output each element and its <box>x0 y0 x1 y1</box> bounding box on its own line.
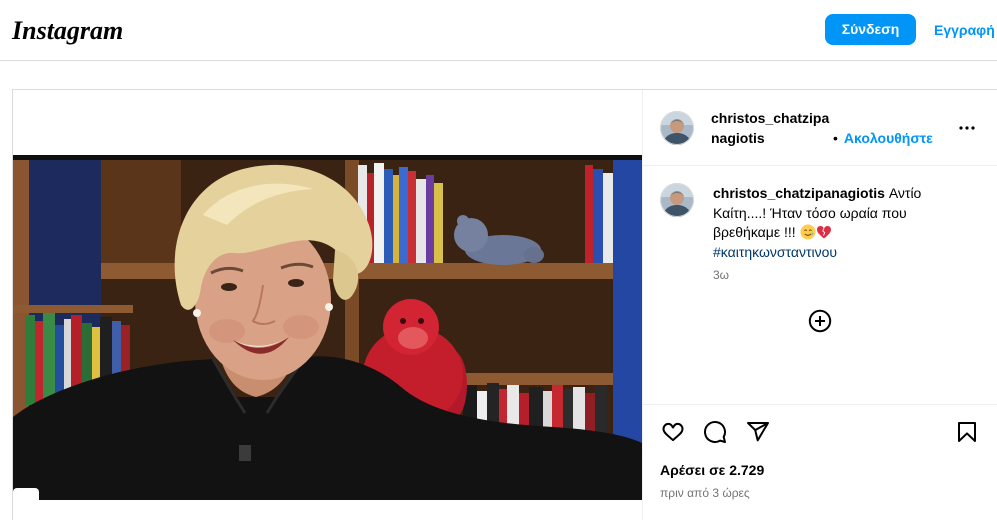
microphone-clip <box>239 445 251 461</box>
plus-circle-icon[interactable] <box>808 309 832 333</box>
post-caption: christos_chatzipanagiotis Αντίο Καίτη...… <box>713 184 960 262</box>
post-sidebar: christos_chatzipanagiotis • Ακολουθήστε <box>643 90 997 520</box>
follow-button[interactable]: Ακολουθήστε <box>844 130 933 146</box>
right-eye <box>288 279 304 287</box>
caption-avatar[interactable] <box>660 183 694 217</box>
login-button[interactable]: Σύνδεση <box>825 14 916 45</box>
more-options-icon[interactable] <box>955 116 979 140</box>
share-icon[interactable] <box>746 420 770 444</box>
shelf-side-panel <box>101 155 181 263</box>
right-earring <box>325 303 333 311</box>
video-control-icon[interactable] <box>13 488 39 500</box>
top-nav: Instagram Σύνδεση Εγγραφή <box>0 0 997 61</box>
instagram-page: Instagram Σύνδεση Εγγραφή christos_chatz… <box>0 0 997 520</box>
caption-username[interactable]: christos_chatzipanagiotis <box>713 185 885 201</box>
author-username[interactable]: christos_chatzipanagiotis <box>711 108 833 148</box>
follow-row: • Ακολουθήστε <box>833 128 933 148</box>
left-shelf-plank <box>13 305 133 313</box>
instagram-logo[interactable]: Instagram <box>12 14 123 48</box>
bookmark-icon[interactable] <box>955 420 979 444</box>
smiling-face-with-tear-icon <box>800 224 816 240</box>
comment-icon[interactable] <box>703 420 727 444</box>
post-media <box>13 90 643 520</box>
author-avatar[interactable] <box>660 111 694 145</box>
video-top-strip <box>13 155 642 160</box>
follow-separator: • <box>833 130 838 146</box>
caption-timestamp[interactable]: 3ω <box>713 268 729 282</box>
broken-heart-icon <box>816 226 831 239</box>
actions-divider <box>643 404 997 405</box>
caption-hashtag[interactable]: #καιτηκωνσταντινου <box>713 243 960 263</box>
header-divider <box>643 165 997 166</box>
left-eye <box>221 283 237 291</box>
signup-link[interactable]: Εγγραφή <box>934 21 995 39</box>
likes-count[interactable]: Αρέσει σε 2.729 <box>660 461 764 479</box>
heart-icon[interactable] <box>661 420 685 444</box>
post-card: christos_chatzipanagiotis • Ακολουθήστε <box>12 89 997 520</box>
post-video[interactable] <box>13 155 642 500</box>
left-earring <box>193 309 201 317</box>
post-timestamp[interactable]: πριν από 3 ώρες <box>660 485 750 501</box>
